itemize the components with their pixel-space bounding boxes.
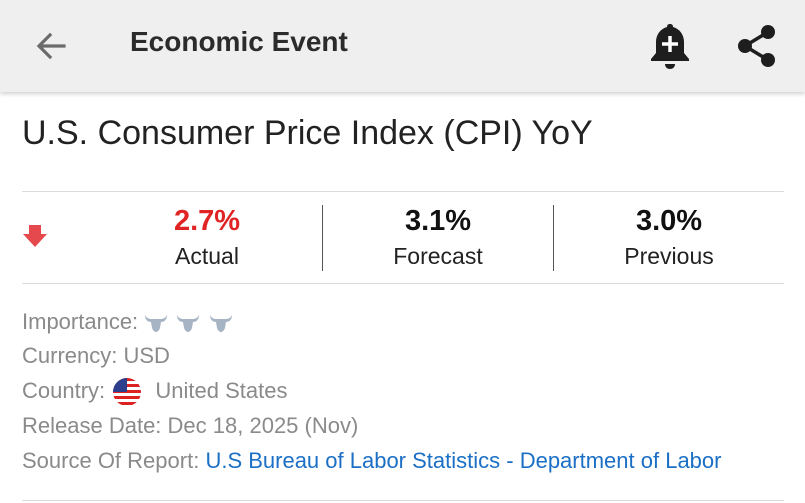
release-date-row: Release Date: Dec 18, 2025 (Nov) — [22, 413, 358, 439]
event-stats: 2.7% Actual 3.1% Forecast 3.0% Previous — [0, 193, 805, 283]
release-date-value: Dec 18, 2025 (Nov) — [167, 413, 359, 438]
source-label: Source Of Report: — [22, 448, 200, 473]
divider — [22, 500, 784, 501]
page-title: Economic Event — [130, 26, 348, 57]
forecast-value: 3.1% — [404, 205, 472, 237]
currency-value: USD — [123, 343, 170, 368]
back-button[interactable] — [30, 24, 74, 68]
stat-forecast: 3.1% Forecast — [323, 193, 553, 283]
bull-icon — [177, 315, 200, 333]
add-alert-button[interactable] — [646, 20, 694, 72]
previous-label: Previous — [624, 243, 714, 269]
release-date-label: Release Date: — [22, 413, 162, 438]
source-row: Source Of Report: U.S Bureau of Labor St… — [22, 448, 721, 474]
previous-value: 3.0% — [635, 205, 703, 237]
stat-previous: 3.0% Previous — [554, 193, 784, 283]
currency-row: Currency: USD — [22, 343, 170, 369]
divider — [22, 283, 784, 284]
arrow-down-icon — [23, 225, 47, 247]
country-value: United States — [155, 378, 288, 403]
bull-icon — [209, 315, 232, 333]
country-row: Country: United States — [22, 378, 288, 407]
importance-bulls — [144, 309, 234, 334]
country-label: Country: — [22, 378, 106, 403]
us-flag-icon — [113, 378, 142, 407]
arrow-left-icon — [36, 32, 66, 60]
actual-label: Actual — [175, 243, 239, 269]
share-button[interactable] — [734, 22, 780, 70]
bell-plus-icon — [651, 24, 689, 69]
stat-actual: 2.7% Actual — [92, 193, 322, 283]
event-title: U.S. Consumer Price Index (CPI) YoY — [22, 114, 593, 152]
forecast-label: Forecast — [393, 243, 483, 269]
divider — [22, 191, 784, 192]
actual-value: 2.7% — [173, 205, 241, 237]
currency-label: Currency: — [22, 343, 118, 368]
source-link[interactable]: U.S Bureau of Labor Statistics - Departm… — [205, 448, 721, 473]
bull-icon — [145, 315, 168, 333]
share-icon — [738, 25, 775, 67]
app-bar: Economic Event — [0, 0, 805, 92]
importance-row: Importance: — [22, 309, 235, 335]
importance-label: Importance: — [22, 309, 139, 334]
